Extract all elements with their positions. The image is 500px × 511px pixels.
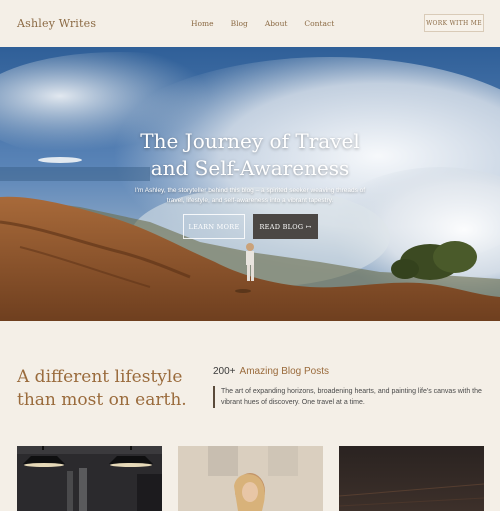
hero-title: The Journey of Travel and Self-Awareness — [0, 128, 500, 182]
blog-card-image-3[interactable] — [339, 446, 484, 511]
site-header: Ashley Writes Home Blog About Contact WO… — [0, 0, 500, 47]
nav-about[interactable]: About — [265, 19, 288, 28]
dark-interior-image — [339, 446, 484, 511]
hero-background-image — [0, 47, 500, 321]
stat-label: Amazing Blog Posts — [239, 366, 330, 377]
main-nav: Home Blog About Contact — [191, 19, 351, 28]
stat-number: 200+ — [213, 366, 236, 377]
learn-more-button[interactable]: LEARN MORE — [183, 214, 245, 239]
hero-subtitle: I'm Ashley, the storyteller behind this … — [134, 187, 366, 204]
blog-card-image-2[interactable] — [178, 446, 323, 511]
nav-blog[interactable]: Blog — [231, 19, 248, 28]
site-logo[interactable]: Ashley Writes — [17, 17, 96, 30]
nav-contact[interactable]: Contact — [304, 19, 334, 28]
hero-section: The Journey of Travel and Self-Awareness… — [0, 47, 500, 321]
woman-reading-image — [178, 446, 323, 511]
intro-quote: The art of expanding horizons, broadenin… — [213, 386, 483, 408]
cafe-lamps-image — [17, 446, 162, 511]
blog-post-stat: 200+ Amazing Blog Posts — [213, 366, 329, 377]
lifestyle-heading: A different lifestyle than most on earth… — [17, 367, 187, 410]
hero-title-line-2: and Self-Awareness — [150, 156, 350, 180]
nav-home[interactable]: Home — [191, 19, 214, 28]
work-with-me-button[interactable]: WORK WITH ME — [424, 14, 484, 32]
blog-card-image-1[interactable] — [17, 446, 162, 511]
read-blog-button[interactable]: READ BLOG ↦ — [253, 214, 318, 239]
hero-title-line-1: The Journey of Travel — [140, 129, 360, 153]
